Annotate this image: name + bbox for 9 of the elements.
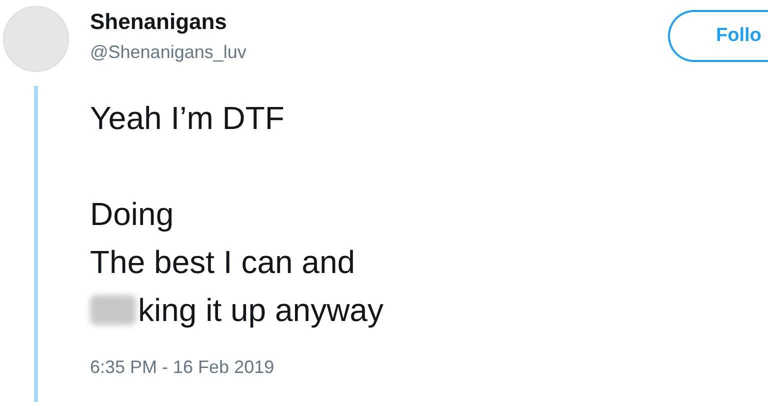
tweet-text-line: Doing — [90, 195, 174, 234]
tweet-timestamp[interactable]: 6:35 PM - 16 Feb 2019 — [90, 354, 274, 381]
author-handle[interactable]: @Shenanigans_luv — [90, 40, 246, 64]
censor-blur — [90, 295, 136, 325]
tweet-text-line: king it up anyway — [138, 291, 384, 330]
follow-button[interactable]: Follo — [668, 10, 768, 62]
author-name[interactable]: Shenanigans — [90, 8, 246, 36]
tweet-text-line: Yeah I’m DTF — [90, 99, 284, 138]
tweet-text-line: The best I can and — [90, 243, 356, 282]
